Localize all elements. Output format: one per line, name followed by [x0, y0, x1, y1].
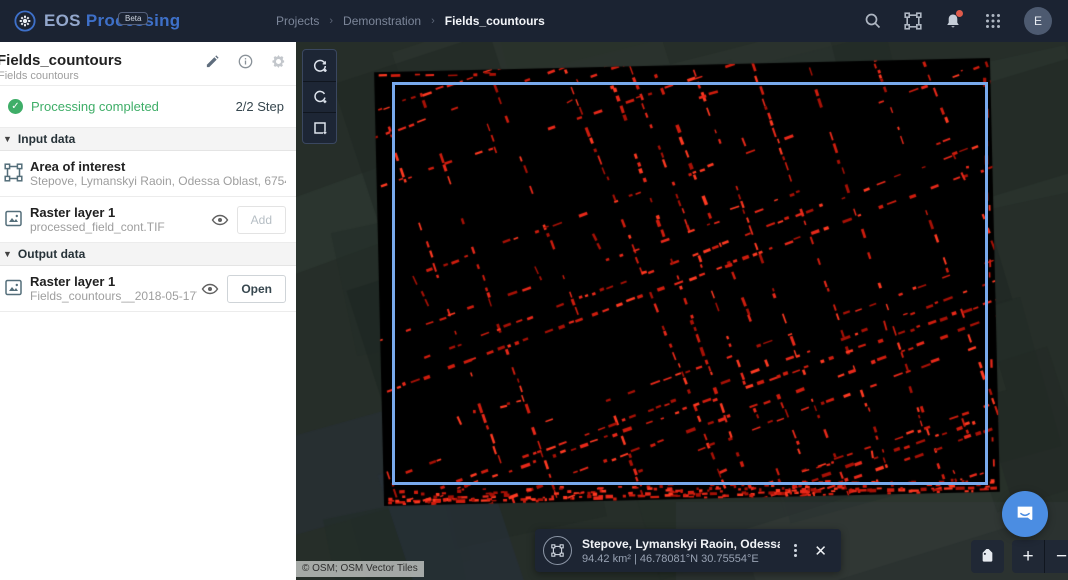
app-header: EOS Processing Beta Projects › Demonstra… [0, 0, 1068, 42]
item-title: Area of interest [30, 159, 126, 174]
map-draw-toolbar [302, 49, 337, 144]
section-output-data[interactable]: ▼ Output data [0, 243, 296, 266]
aoi-area-icon[interactable] [904, 12, 922, 30]
notifications-bell-icon[interactable] [944, 10, 963, 30]
tag-icon [982, 549, 993, 562]
breadcrumb-separator: › [329, 15, 334, 27]
status-step-count: 2/2 Step [235, 99, 284, 114]
item-subtitle: processed_field_cont.TIF [30, 220, 165, 234]
status-check-icon: ✓ [8, 99, 23, 114]
list-item-area-of-interest[interactable]: Area of interest Stepove, Lymanskyi Raoi… [0, 151, 296, 197]
zoom-in-button[interactable]: + [1012, 540, 1045, 573]
user-avatar[interactable]: E [1024, 7, 1052, 35]
more-options-kebab-icon[interactable] [788, 544, 802, 557]
info-icon[interactable] [238, 54, 253, 69]
collapse-triangle-icon: ▼ [3, 249, 12, 259]
open-button[interactable]: Open [227, 274, 286, 303]
aoi-info-card: Stepove, Lymanskyi Raoin, Odessa Obla...… [535, 529, 841, 572]
item-subtitle: Fields_countours__2018-05-17T15-01... [30, 289, 197, 303]
collapse-triangle-icon: ▼ [3, 134, 12, 144]
eos-gear-logo-icon [14, 10, 36, 32]
add-button[interactable]: Add [236, 205, 286, 234]
chat-bubble-icon [1017, 506, 1033, 521]
project-subtitle: Fields countours [0, 70, 79, 82]
aoi-badge [543, 536, 572, 565]
notification-dot [956, 10, 963, 17]
raster-icon [5, 210, 22, 227]
status-label: Processing completed [31, 99, 159, 114]
visibility-eye-icon[interactable] [201, 280, 219, 298]
section-input-data[interactable]: ▼ Input data [0, 128, 296, 151]
map-attribution: © OSM; OSM Vector Tiles [296, 561, 424, 577]
visibility-eye-icon[interactable] [211, 211, 229, 229]
list-item-input-raster[interactable]: Raster layer 1 processed_field_cont.TIF … [0, 197, 296, 243]
breadcrumb-current-project: Fields_countours [444, 14, 545, 28]
search-icon[interactable] [864, 12, 882, 30]
item-subtitle: Stepove, Lymanskyi Raoin, Odessa Oblast,… [30, 174, 286, 188]
settings-gear-icon[interactable] [271, 54, 286, 69]
redraw-circle-tool[interactable] [303, 50, 336, 81]
breadcrumb-projects[interactable]: Projects [276, 14, 319, 28]
project-header: Fields_countours Fields countours [0, 42, 296, 86]
processing-status: ✓ Processing completed 2/2 Step [0, 86, 296, 128]
draw-circle-tool[interactable] [303, 81, 336, 112]
support-chat-button[interactable] [1002, 491, 1048, 537]
project-sidebar: Fields_countours Fields countours ✓ Proc… [0, 42, 296, 580]
breadcrumb-separator: › [431, 15, 435, 27]
apps-grid-icon[interactable] [984, 12, 1002, 30]
zoom-control: + − [1012, 540, 1068, 573]
aoi-card-title: Stepove, Lymanskyi Raoin, Odessa Obla... [582, 536, 781, 551]
draw-circle-icon [313, 90, 326, 104]
aoi-icon [551, 544, 564, 557]
map-viewport[interactable]: Stepove, Lymanskyi Raoin, Odessa Obla...… [296, 42, 1068, 580]
app-logo[interactable]: EOS Processing Beta [0, 10, 260, 32]
draw-rectangle-icon [313, 122, 326, 135]
header-actions: E [864, 7, 1068, 35]
labels-tag-button[interactable] [971, 540, 1004, 573]
redraw-circle-icon [313, 59, 327, 72]
item-title: Raster layer 1 [30, 274, 116, 289]
zoom-out-button[interactable]: − [1045, 540, 1068, 573]
field-contours-raster [296, 42, 1068, 580]
aoi-icon [4, 163, 23, 182]
item-title: Raster layer 1 [30, 205, 116, 220]
edit-pencil-icon[interactable] [205, 54, 220, 69]
beta-badge: Beta [118, 12, 149, 25]
breadcrumb: Projects › Demonstration › Fields_counto… [276, 14, 545, 28]
draw-rectangle-tool[interactable] [303, 112, 336, 143]
raster-icon [5, 279, 22, 296]
close-icon[interactable]: ✕ [810, 540, 831, 562]
aoi-card-measurements: 94.42 km² | 46.78081°N 30.75554°E [582, 552, 759, 565]
app-title: EOS Processing [44, 11, 180, 30]
list-item-output-raster[interactable]: Raster layer 1 Fields_countours__2018-05… [0, 266, 296, 312]
breadcrumb-demonstration[interactable]: Demonstration [343, 14, 421, 28]
